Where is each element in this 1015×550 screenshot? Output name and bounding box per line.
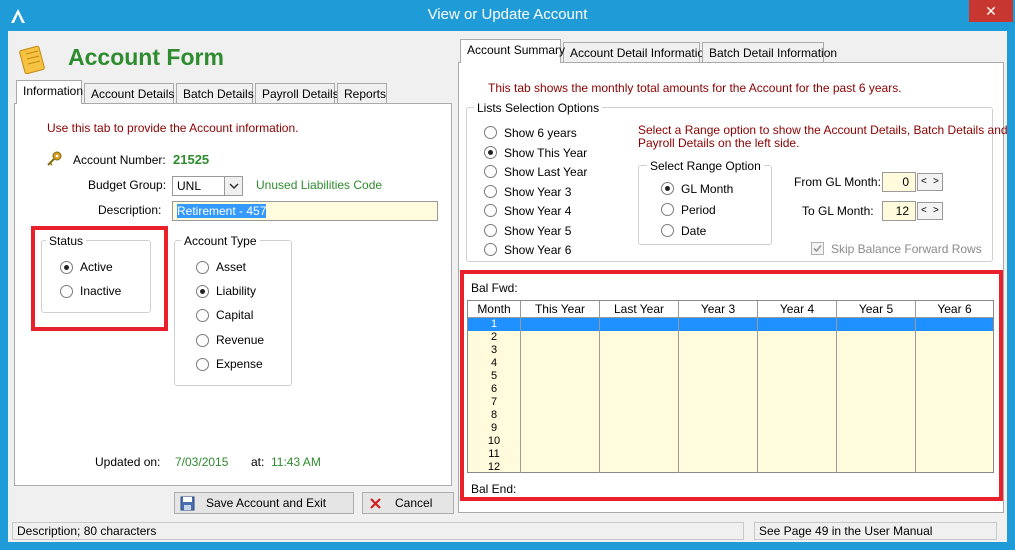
show-last-year-label: Show Last Year xyxy=(504,165,588,179)
tab-batch-details[interactable]: Batch Details xyxy=(176,83,254,104)
from-gl-month-spinner[interactable]: < > xyxy=(917,173,943,191)
tab-account-details[interactable]: Account Details xyxy=(84,83,174,104)
tab-batch-detail-information[interactable]: Batch Detail Information xyxy=(702,42,837,63)
show-year-4-label: Show Year 4 xyxy=(504,204,572,218)
range-period-radio[interactable] xyxy=(661,203,674,216)
tab-information[interactable]: Information xyxy=(16,80,83,104)
save-account-button[interactable]: Save Account and Exit xyxy=(174,492,354,514)
lists-selection-label: Lists Selection Options xyxy=(474,101,603,115)
status-highlight-box xyxy=(31,226,168,331)
type-expense-radio[interactable] xyxy=(196,358,209,371)
show-year-5-label: Show Year 5 xyxy=(504,224,572,238)
account-number-label: Account Number: xyxy=(73,153,166,167)
type-revenue-label: Revenue xyxy=(216,333,265,347)
from-next-icon[interactable]: > xyxy=(933,176,939,187)
skip-balance-checkbox[interactable] xyxy=(811,242,824,255)
account-type-group-label: Account Type xyxy=(181,234,260,248)
status-manual-page: See Page 49 in the User Manual xyxy=(754,522,997,540)
show-year-6-radio[interactable] xyxy=(484,243,497,256)
show-last-year-radio[interactable] xyxy=(484,165,497,178)
to-prev-icon[interactable]: < xyxy=(921,205,927,216)
show-this-year-label: Show This Year xyxy=(504,146,588,160)
status-description: Description; 80 characters xyxy=(12,522,744,540)
show-year-5-radio[interactable] xyxy=(484,224,497,237)
show-this-year-radio[interactable] xyxy=(484,146,497,159)
range-hint-line-2: Payroll Details on the left side. xyxy=(638,136,800,150)
type-revenue-radio[interactable] xyxy=(196,334,209,347)
budget-group-value: UNL xyxy=(177,179,202,193)
range-gl-month-radio[interactable] xyxy=(661,182,674,195)
show-6-years-label: Show 6 years xyxy=(504,126,577,140)
show-year-3-label: Show Year 3 xyxy=(504,185,572,199)
show-year-6-label: Show Year 6 xyxy=(504,243,572,257)
notepad-icon xyxy=(19,45,45,74)
tab-reports[interactable]: Reports xyxy=(337,83,387,104)
summary-hint: This tab shows the monthly total amounts… xyxy=(488,81,902,95)
cancel-button[interactable]: Cancel xyxy=(362,492,454,514)
grid-highlight-box xyxy=(460,270,1003,501)
range-date-label: Date xyxy=(681,224,707,238)
from-prev-icon[interactable]: < xyxy=(921,176,927,187)
type-asset-label: Asset xyxy=(216,260,247,274)
key-icon xyxy=(47,151,62,166)
cancel-x-icon xyxy=(370,498,381,509)
from-gl-month-label: From GL Month: xyxy=(794,175,881,189)
range-date-radio[interactable] xyxy=(661,224,674,237)
save-button-label: Save Account and Exit xyxy=(206,496,327,510)
tab-account-detail-information[interactable]: Account Detail Information xyxy=(563,42,711,63)
updated-at-label: at: xyxy=(251,455,265,469)
description-value: Retirement - 457 xyxy=(177,204,267,218)
show-year-4-radio[interactable] xyxy=(484,204,497,217)
updated-at-value: 11:43 AM xyxy=(271,455,321,469)
budget-group-label: Budget Group: xyxy=(88,178,167,192)
show-year-3-radio[interactable] xyxy=(484,185,497,198)
description-label: Description: xyxy=(98,203,162,217)
from-gl-month-input[interactable]: 0 xyxy=(882,172,916,192)
show-6-years-radio[interactable] xyxy=(484,126,497,139)
type-liability-label: Liability xyxy=(216,284,257,298)
type-asset-radio[interactable] xyxy=(196,261,209,274)
to-next-icon[interactable]: > xyxy=(933,205,939,216)
to-gl-month-label: To GL Month: xyxy=(802,204,874,218)
skip-balance-label: Skip Balance Forward Rows xyxy=(831,242,982,256)
budget-group-select[interactable]: UNL xyxy=(172,176,243,196)
range-option-label: Select Range Option xyxy=(647,159,764,173)
to-gl-month-spinner[interactable]: < > xyxy=(917,202,943,220)
range-period-label: Period xyxy=(681,203,716,217)
type-capital-label: Capital xyxy=(216,308,254,322)
save-icon xyxy=(180,496,195,511)
tab-payroll-details[interactable]: Payroll Details xyxy=(255,83,339,104)
budget-group-description: Unused Liabilities Code xyxy=(256,178,383,192)
range-hint-line-1: Select a Range option to show the Accoun… xyxy=(638,123,1008,137)
type-liability-radio[interactable] xyxy=(196,285,209,298)
updated-on-value: 7/03/2015 xyxy=(175,455,229,469)
form-heading: Account Form xyxy=(68,44,224,70)
chevron-down-icon[interactable] xyxy=(224,177,242,195)
type-capital-radio[interactable] xyxy=(196,309,209,322)
updated-on-label: Updated on: xyxy=(95,455,161,469)
range-gl-month-label: GL Month xyxy=(681,182,734,196)
type-expense-label: Expense xyxy=(216,357,263,371)
tab-account-summary[interactable]: Account Summary xyxy=(460,39,565,63)
close-button[interactable]: ✕ xyxy=(969,0,1013,22)
check-icon xyxy=(813,244,822,253)
information-hint: Use this tab to provide the Account info… xyxy=(47,121,299,135)
to-gl-month-input[interactable]: 12 xyxy=(882,201,916,221)
account-number-value: 21525 xyxy=(173,152,210,167)
cancel-button-label: Cancel xyxy=(395,496,433,510)
description-input[interactable]: Retirement - 457 xyxy=(172,201,438,221)
window-title: View or Update Account xyxy=(427,6,588,23)
